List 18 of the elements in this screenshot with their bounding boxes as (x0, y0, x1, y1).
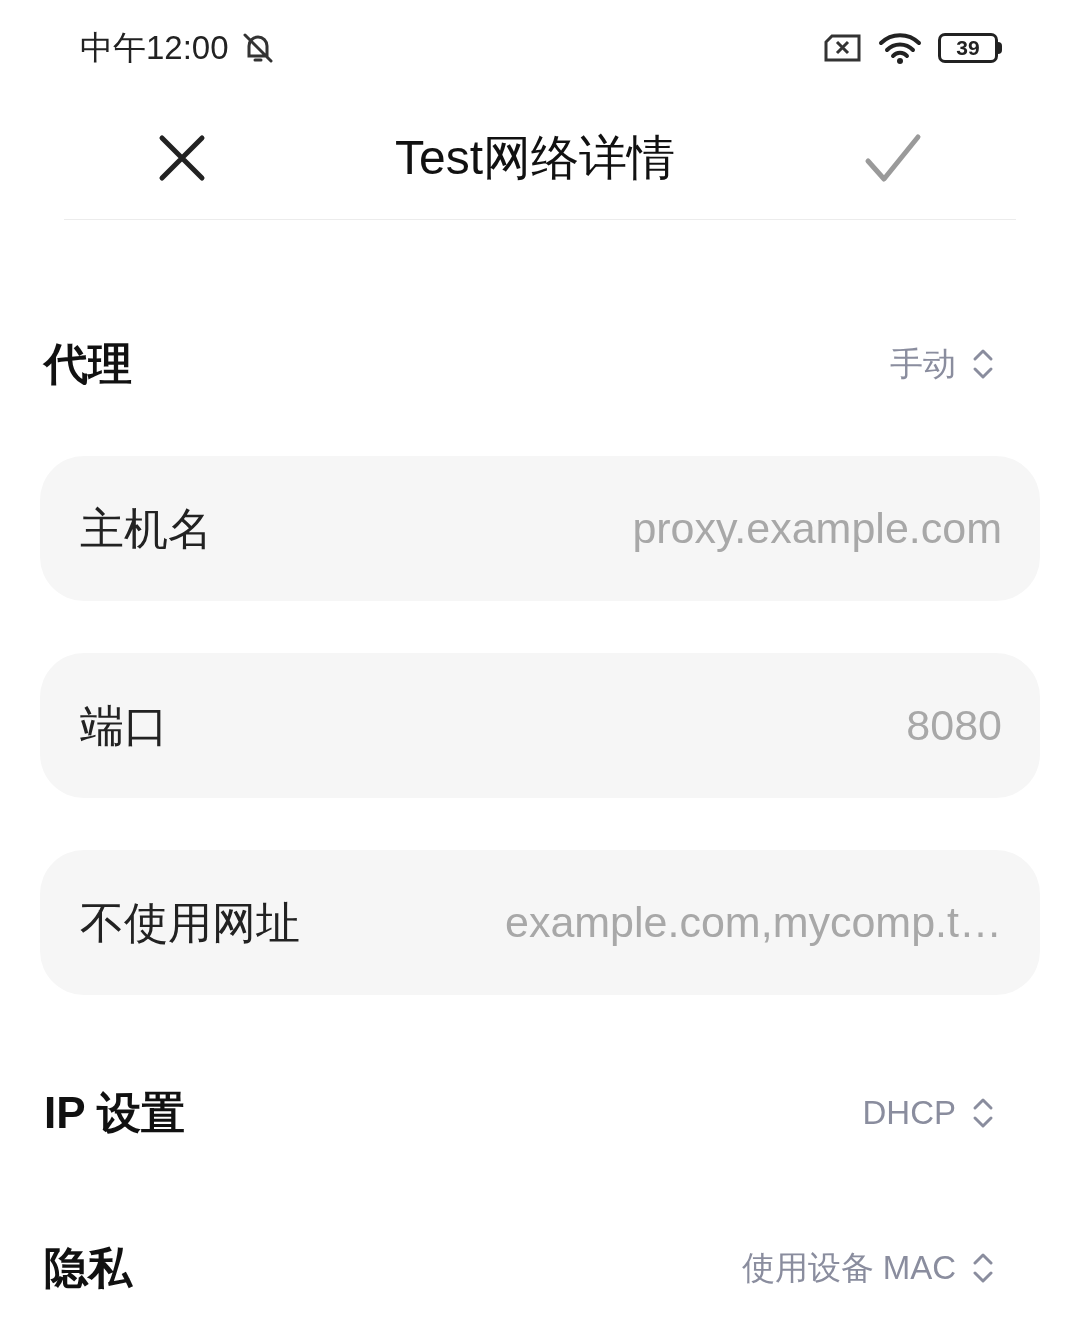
input-field[interactable]: 8080 (200, 693, 1002, 758)
section-label: IP 设置 (44, 1086, 185, 1139)
page-title: Test网络详情 (395, 129, 675, 186)
field-label: 不使用网址 (80, 896, 300, 949)
sim-card-x-icon (824, 34, 862, 62)
wifi-icon (878, 31, 922, 65)
section-label: 代理 (44, 338, 132, 390)
text-field[interactable]: 端口 8080 (40, 653, 1040, 798)
input-field[interactable]: example.com,mycomp.t… (332, 890, 1002, 955)
battery-indicator: 39 (938, 33, 1002, 63)
field-label: 主机名 (80, 502, 212, 555)
input-field[interactable]: proxy.example.com (244, 496, 1002, 561)
text-field[interactable]: 主机名 proxy.example.com (40, 456, 1040, 601)
status-time: 中午12:00 (80, 28, 229, 69)
section-label: 隐私 (44, 1241, 132, 1294)
text-field[interactable]: 不使用网址 example.com,mycomp.t… (40, 850, 1040, 995)
field-label: 端口 (80, 699, 168, 752)
up-down-chevron-icon (972, 347, 994, 381)
